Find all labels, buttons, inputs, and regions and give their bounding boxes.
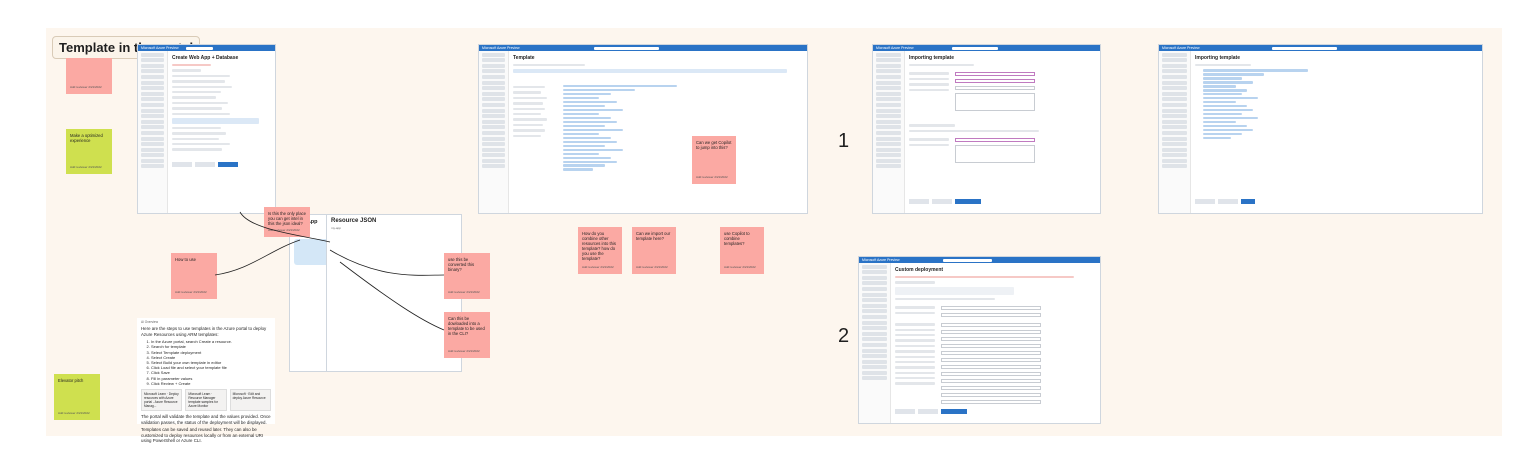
source-link[interactable]: Microsoft Learn · Deploy resources with … [141, 389, 183, 412]
page-title: Create Web App + Database [172, 55, 239, 61]
outro-text: Templates can be saved and reused later.… [141, 427, 264, 444]
sticky-note[interactable]: Can we get Copilot to jump into this? Ad… [692, 136, 736, 184]
source-link[interactable]: Microsoft · Edit and deploy Azure Resour… [229, 389, 271, 412]
screenshot-template[interactable]: Microsoft Azure Preview Template [478, 44, 808, 214]
sticky-meta: Add reviewer 2/21/2022 [724, 265, 756, 269]
screenshot-importing-template-editor[interactable]: Microsoft Azure Preview Importing templa… [1158, 44, 1483, 214]
page-title: Template [513, 55, 535, 61]
sticky-text: How to use [175, 257, 196, 262]
sticky-note[interactable]: How do you combine other resources into … [578, 227, 622, 274]
screenshot-custom-deployment[interactable]: Microsoft Azure Preview Custom deploymen… [858, 256, 1101, 424]
sticky-note[interactable]: use Copilot to combine templates? Add re… [720, 227, 764, 274]
page-title: Importing template [909, 55, 955, 61]
list-item: Click Review + Create [151, 381, 271, 386]
sticky-text: Make a optimized experience [70, 133, 103, 143]
sticky-meta: Add reviewer 2/21/2022 [70, 85, 102, 89]
step-number: 2 [838, 325, 850, 347]
source-chips: Microsoft Learn · Deploy resources with … [141, 389, 271, 412]
intro-text: Here are the steps to use templates in t… [141, 326, 267, 337]
sticky-text: Elevator pitch [58, 378, 84, 383]
sticky-text: Can we get Copilot to jump into this? [696, 140, 732, 150]
panel-title: Resource JSON [331, 218, 377, 224]
resource-json-panel[interactable]: Resource JSON my-app [326, 214, 462, 372]
screenshot-create-web-app[interactable]: Microsoft Azure Preview Create Web App +… [137, 44, 276, 214]
sticky-meta: Add reviewer 2/21/2022 [582, 265, 614, 269]
sticky-note[interactable]: Can this be dowloaded into a template to… [444, 312, 490, 358]
sticky-text: Is this the only place you can get intel… [268, 211, 306, 226]
sticky-text: Can we import our template here? [636, 231, 671, 241]
sticky-note[interactable]: Make a optimized experience Add reviewer… [66, 129, 112, 174]
sticky-meta: Add reviewer 2/21/2022 [70, 165, 102, 169]
sticky-meta: Add reviewer 2/21/2022 [268, 228, 300, 232]
sticky-meta: Add reviewer 2/21/2022 [58, 411, 90, 415]
sticky-note[interactable]: Is this the only place you can get intel… [264, 207, 310, 237]
ai-overview-panel[interactable]: Ai Overview Here are the steps to use te… [137, 318, 275, 443]
step-number: 1 [838, 130, 850, 152]
page-title: Custom deployment [895, 267, 944, 273]
sticky-text: Can this be dowloaded into a template to… [448, 316, 485, 336]
sticky-note[interactable]: use this be converted this binary? Add r… [444, 253, 490, 299]
screenshot-importing-template[interactable]: Microsoft Azure Preview Importing templa… [872, 44, 1101, 214]
sticky-text: How do you combine other resources into … [582, 231, 616, 261]
sticky-meta: Add reviewer 2/21/2022 [175, 290, 207, 294]
sticky-meta: Add reviewer 2/21/2022 [636, 265, 668, 269]
sticky-meta: Add reviewer 2/21/2022 [696, 175, 728, 179]
sticky-text: use Copilot to combine templates? [724, 231, 750, 246]
sticky-note[interactable]: Can we import our template here? Add rev… [632, 227, 676, 274]
sticky-note[interactable]: How to use Add reviewer 2/21/2022 [171, 253, 217, 299]
steps-list: In the Azure portal, search Create a res… [141, 339, 271, 386]
panel-subtitle: my-app [331, 226, 342, 230]
sticky-note[interactable]: Add reviewer 2/21/2022 [66, 58, 112, 94]
sticky-note[interactable]: Elevator pitch Add reviewer 2/21/2022 [54, 374, 100, 420]
outro-text: The portal will validate the template an… [141, 414, 271, 425]
sticky-meta: Add reviewer 2/21/2022 [448, 349, 480, 353]
sticky-text: use this be converted this binary? [448, 257, 475, 272]
page-title: Importing template [1195, 55, 1241, 61]
panel-header: Ai Overview [141, 320, 159, 324]
sticky-meta: Add reviewer 2/21/2022 [448, 290, 480, 294]
source-link[interactable]: Microsoft Learn · Resource Manager templ… [185, 389, 227, 412]
